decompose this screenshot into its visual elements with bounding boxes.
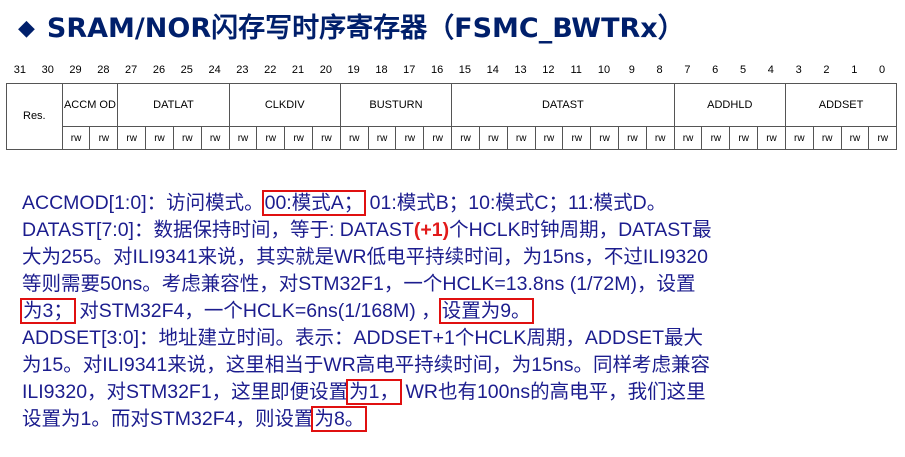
access-cell: rw (506, 126, 536, 150)
highlight-box: 为3； (20, 298, 76, 324)
bit-number: 26 (152, 64, 166, 76)
access-cell: rw (673, 126, 703, 150)
field-cell: ADDHLD (673, 83, 786, 127)
bit-number: 21 (291, 64, 305, 76)
access-cell: rw (284, 126, 313, 150)
access-cell: rw (534, 126, 564, 150)
bit-number: 22 (264, 64, 277, 76)
access-cell: rw (645, 126, 675, 150)
bit-number: 31 (13, 64, 27, 76)
access-cell: rw (784, 126, 814, 150)
access-cell: rw (423, 126, 453, 150)
bit-number: 30 (41, 64, 54, 76)
bit-number: 25 (180, 64, 193, 76)
access-cell: rw (590, 126, 619, 150)
access-cell: rw (701, 126, 731, 150)
access-cell: rw (478, 126, 508, 150)
access-cell: rw (367, 126, 397, 150)
bit-number: 0 (879, 64, 886, 76)
register-table: Res. ACCM OD DATLAT CLKDIV BUSTURN DATAST ADDH… (6, 83, 898, 150)
plus-one-note: (+1) (413, 219, 450, 241)
access-cell: rw (812, 126, 842, 150)
field-cell: Res. (6, 83, 63, 150)
bit-number: 9 (628, 64, 635, 76)
bit-number: 2 (823, 64, 830, 76)
desc-line-2: DATAST[7:0]：数据保持时间，等于: DATAST(+1)个HCLK时钟… (22, 219, 712, 241)
field-cell: ADDSET (784, 83, 898, 127)
access-cell: rw (89, 126, 119, 150)
bit-number: 11 (570, 64, 582, 76)
bit-number: 16 (430, 64, 444, 76)
desc-line-9: 设置为1。而对STM32F4，则设置为8。 (22, 406, 368, 432)
bit-number: 6 (712, 64, 719, 76)
bit-number-row: 31 30 29 28 27 26 25 24 23 22 21 20 19 18 17 16 15 14 13 12… (6, 64, 896, 80)
highlight-box: 为1， (346, 379, 403, 405)
highlight-box: 设置为9。 (438, 298, 534, 324)
access-cell: rw (312, 126, 341, 150)
desc-line-3: 大为255。对ILI9341来说，其实就是WR低电平持续时间，为15ns，不过I… (22, 246, 708, 268)
access-cell: rw (617, 126, 647, 150)
access-cell: rw (200, 126, 230, 150)
access-cell: rw (172, 126, 202, 150)
bit-number: 8 (656, 64, 663, 76)
diamond-bullet-icon: ◆ (18, 16, 35, 41)
access-cell: rw (145, 126, 174, 150)
title-text: SRAM/NOR闪存写时序寄存器（FSMC_BWTRx） (46, 13, 685, 44)
bit-number: 13 (514, 64, 527, 76)
access-cell: rw (729, 126, 759, 150)
access-cell: rw (339, 126, 369, 150)
access-cell: rw (562, 126, 592, 150)
field-cell: CLKDIV (228, 83, 341, 127)
bit-number: 12 (542, 64, 555, 76)
bit-number: 27 (125, 64, 138, 76)
bit-number: 20 (319, 64, 332, 76)
access-cell: rw (395, 126, 425, 150)
access-cell: rw (256, 126, 286, 150)
desc-line-7: 为15。对ILI9341来说，这里相当于WR高电平持续时间，为15ns。同样考虑… (22, 354, 711, 376)
bit-number: 17 (403, 64, 416, 76)
field-cell: DATAST (451, 83, 675, 127)
access-cell: rw (61, 126, 91, 150)
bit-number: 10 (597, 64, 611, 76)
access-cell: rw (757, 126, 786, 150)
field-cell: BUSTURN (339, 83, 453, 127)
bit-number: 4 (767, 64, 774, 76)
highlight-box: 为8。 (311, 406, 368, 432)
bit-number: 24 (208, 64, 221, 76)
page-title: ◆ SRAM/NOR闪存写时序寄存器（FSMC_BWTRx） (18, 6, 685, 45)
bit-number: 19 (347, 64, 360, 76)
bit-number: 1 (851, 64, 858, 76)
bit-number: 14 (486, 64, 499, 76)
highlight-box: 00:模式A； (261, 190, 367, 216)
access-cell: rw (451, 126, 480, 150)
access-cell: rw (228, 126, 258, 150)
description-text: ACCMOD[1:0]：访问模式。00:模式A； 01:模式B；10:模式C；1… (20, 190, 894, 433)
field-cell: ACCM OD (61, 83, 119, 127)
desc-line-8: ILI9320，对STM32F1，这里即便设置为1， WR也有100ns的高电平… (22, 379, 706, 405)
bit-number: 28 (97, 64, 110, 76)
bit-number: 18 (375, 64, 388, 76)
desc-line-6: ADDSET[3:0]：地址建立时间。表示：ADDSET+1个HCLK周期，AD… (22, 327, 703, 349)
field-row: Res. ACCM OD DATLAT CLKDIV BUSTURN DATAST ADDH… (6, 83, 898, 150)
bit-number: 15 (458, 64, 472, 76)
access-cell: rw (840, 126, 870, 150)
bit-number: 3 (795, 64, 802, 76)
bit-number: 29 (69, 64, 82, 76)
bit-number: 23 (236, 64, 249, 76)
bit-number: 7 (684, 64, 691, 76)
field-cell: DATLAT (117, 83, 230, 127)
access-cell: rw (117, 126, 147, 150)
desc-line-5: 为3； 对STM32F4，一个HCLK=6ns(1/168M) ，设置为9。 (20, 298, 534, 324)
bit-number: 5 (739, 64, 747, 76)
access-row: rw rw rw rw rw rw rw rw rw rw rw rw rw rw rw rw rw rw rw rw… (7, 126, 898, 150)
desc-line-4: 等则需要50ns。考虑兼容性，对STM32F1，一个HCLK=13.8ns (1… (22, 273, 696, 295)
desc-line-1: ACCMOD[1:0]：访问模式。00:模式A； 01:模式B；10:模式C；1… (22, 190, 667, 216)
access-cell: rw (868, 126, 898, 150)
